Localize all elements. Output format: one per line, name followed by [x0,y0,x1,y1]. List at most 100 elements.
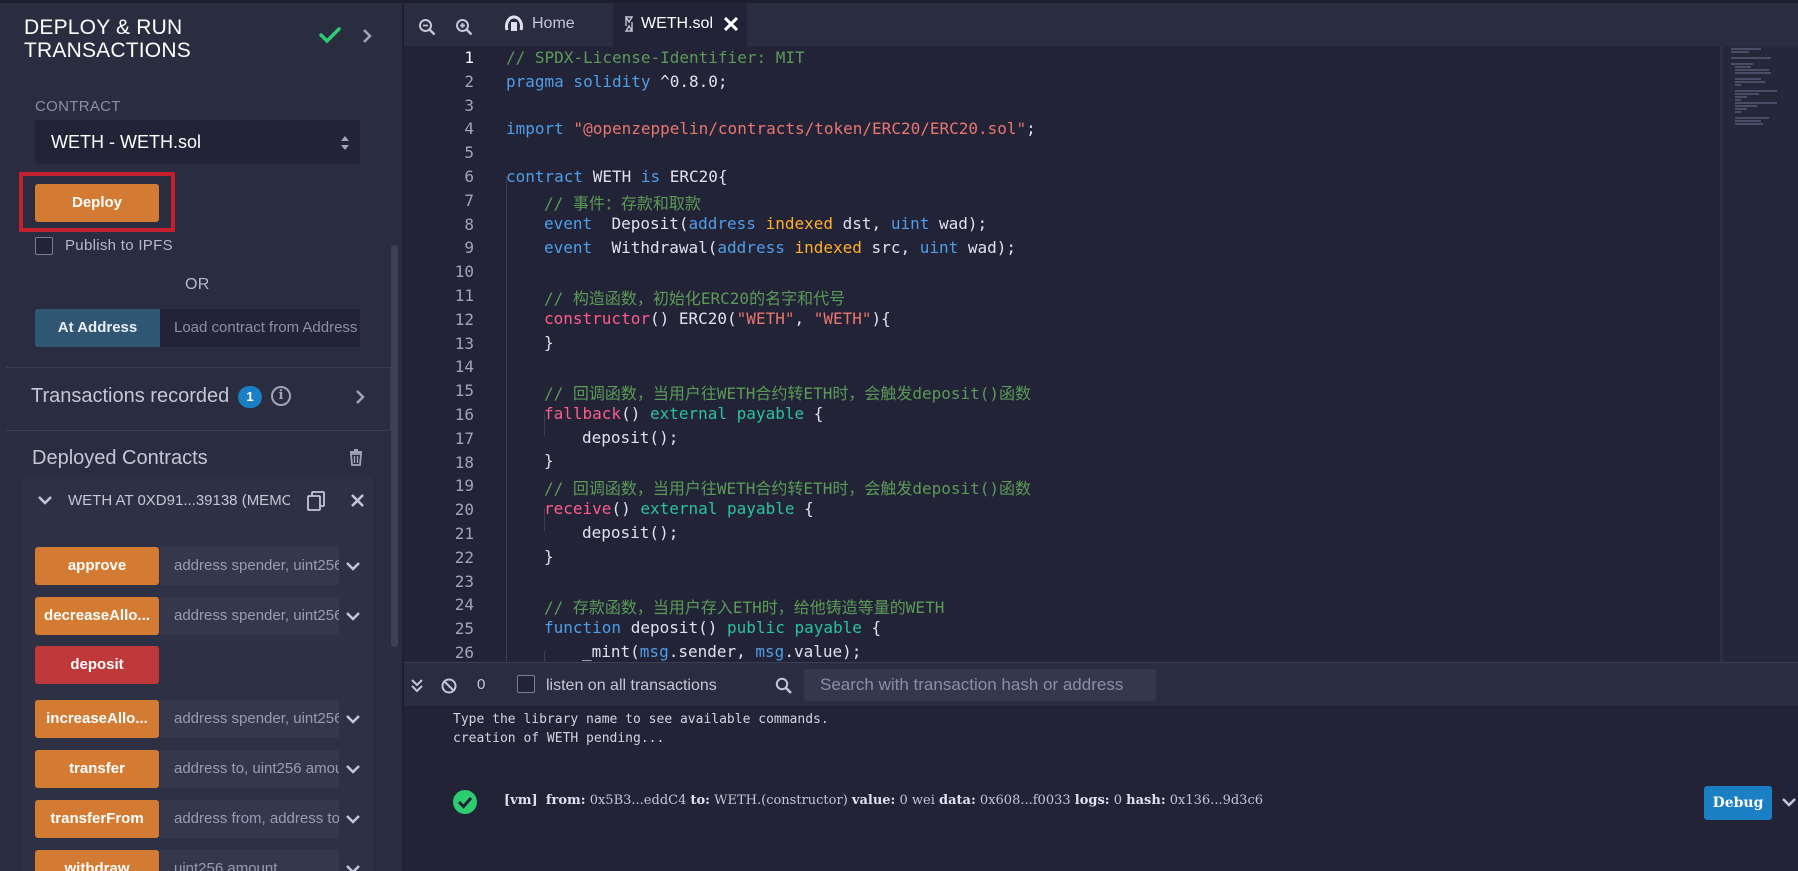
tab-weth-sol-label: WETH.sol [641,15,713,32]
clear-console-icon[interactable] [441,678,457,694]
fn-transfer-from-button[interactable]: transferFrom [35,800,159,838]
tx-value-label: value: [851,793,896,808]
line-number: 1 [464,48,474,67]
close-tab-icon[interactable] [724,17,738,31]
chevron-down-icon[interactable] [346,611,360,621]
token: receive [544,499,612,518]
code-line-26: _mint(msg.sender, msg.value); [582,642,861,661]
token: msg [755,642,785,661]
minimap-line [1731,51,1749,53]
contract-select[interactable]: WETH - WETH.sol [35,120,360,164]
code-line-22: } [544,547,554,566]
minimap-line [1735,96,1747,98]
at-address-input[interactable]: Load contract from Address [160,309,360,347]
tx-search-input[interactable]: Search with transaction hash or address [804,669,1156,701]
line-number: 15 [454,381,474,401]
panel-title: DEPLOY & RUN TRANSACTIONS [24,16,294,62]
fn-transfer-from-input[interactable]: address from, address to, uint256 amount [160,800,339,838]
transactions-recorded-section[interactable]: Transactions recorded 1 i [6,367,391,431]
token: Withdrawal( [592,238,718,257]
editor-tab-bar: Home WETH.sol [404,0,1798,46]
minimap-line [1735,120,1761,122]
token: wad); [929,214,988,233]
token: "WETH" [813,309,872,328]
token: ^0.8.0; [650,72,728,91]
zoom-out-icon[interactable] [418,18,436,36]
token: () [621,404,650,423]
minimap-line [1731,57,1771,59]
zoom-in-icon[interactable] [455,18,473,36]
token: _mint( [582,642,640,661]
chevron-down-icon[interactable] [38,495,52,505]
fn-approve-button[interactable]: approve [35,547,159,585]
indent-guide [506,176,507,662]
line-number: 6 [464,167,474,186]
publish-ipfs-checkbox[interactable] [35,237,53,255]
minimap-line [1735,99,1741,101]
fn-increase-allowance-button[interactable]: increaseAllo... [35,700,159,738]
debug-button[interactable]: Debug [1704,786,1772,820]
close-icon[interactable] [351,494,364,507]
token: public payable [727,618,862,637]
fn-deposit-button[interactable]: deposit [35,646,159,684]
minimap-line [1735,93,1759,95]
listen-all-checkbox[interactable] [517,675,535,693]
fn-increase-allowance-input[interactable]: address spender, uint256 addedValue [160,700,339,738]
token: uint [890,214,930,233]
code-line-20: receive() external payable { [544,499,814,518]
chevron-down-icon[interactable] [346,814,360,824]
token: address [717,238,785,257]
fn-transfer-input[interactable]: address to, uint256 amount [160,750,339,788]
collapse-terminal-icon[interactable] [411,679,423,693]
chevron-down-icon[interactable] [1782,797,1796,807]
code-minimap[interactable] [1723,46,1798,662]
token: msg [639,642,669,661]
code-editor[interactable]: 1 2 3 4 5 6 7 8 9 10 11 12 13 14 15 16 17 18 19 20 21 22 23 24 2… [404,46,1798,662]
token: function [544,618,622,637]
fn-withdraw-input[interactable]: uint256 amount [160,850,339,871]
line-number: 18 [454,452,474,472]
at-address-button[interactable]: At Address [35,309,160,347]
terminal-output: Type the library name to see available c… [404,706,1798,871]
token: () [611,499,641,518]
line-number: 19 [454,476,474,496]
tab-home[interactable]: Home [494,3,606,46]
line-number: 7 [464,190,474,210]
tab-weth-sol[interactable]: WETH.sol [613,3,747,46]
code-line-2: pragma solidity ^0.8.0; [506,72,728,91]
chevron-down-icon[interactable] [346,714,360,724]
fn-approve-input[interactable]: address spender, uint256 amount [160,547,339,585]
fn-decrease-allowance-input[interactable]: address spender, uint256 subtractedValue [160,597,339,635]
chevron-right-icon[interactable] [361,29,373,43]
fn-transfer-button[interactable]: transfer [35,750,159,788]
info-icon[interactable]: i [271,386,291,406]
chevron-right-icon[interactable] [354,390,366,404]
minimap-line [1735,123,1763,125]
panel-scrollbar[interactable] [391,245,398,647]
tx-log-line[interactable]: [vm] from: 0x5B3...eddC4 to: WETH.(const… [504,793,1263,808]
trash-icon[interactable] [349,449,363,466]
deploy-button[interactable]: Deploy [35,184,159,222]
line-number: 26 [454,643,474,662]
tx-from: 0x5B3...eddC4 [589,793,687,808]
fn-decrease-allowance-button[interactable]: decreaseAllo... [35,597,159,635]
instance-label[interactable]: WETH AT 0XD91...39138 (MEMORY) [68,492,290,509]
solidity-file-icon [624,16,634,32]
tx-vm: [vm] [504,793,538,808]
chevron-down-icon[interactable] [346,864,360,871]
chevron-down-icon[interactable] [346,764,360,774]
copy-icon[interactable] [307,491,325,511]
chevron-down-icon[interactable] [346,561,360,571]
code-line-1: // SPDX-License-Identifier: MIT [506,48,805,67]
deployed-contracts-label: Deployed Contracts [32,447,208,469]
contract-label: CONTRACT [35,98,121,115]
code-line-19: // 回调函数，当用户往WETH合约转ETH时，会触发deposit()函数 [544,479,1032,498]
token: fallback [544,404,622,423]
code-line-16: fallback() external payable { [544,404,823,423]
line-number: 4 [464,119,474,139]
token: indexed [794,238,862,257]
minimap-line [1731,63,1753,65]
fn-withdraw-button[interactable]: withdraw [35,850,159,871]
code-line-17: deposit(); [582,428,679,447]
